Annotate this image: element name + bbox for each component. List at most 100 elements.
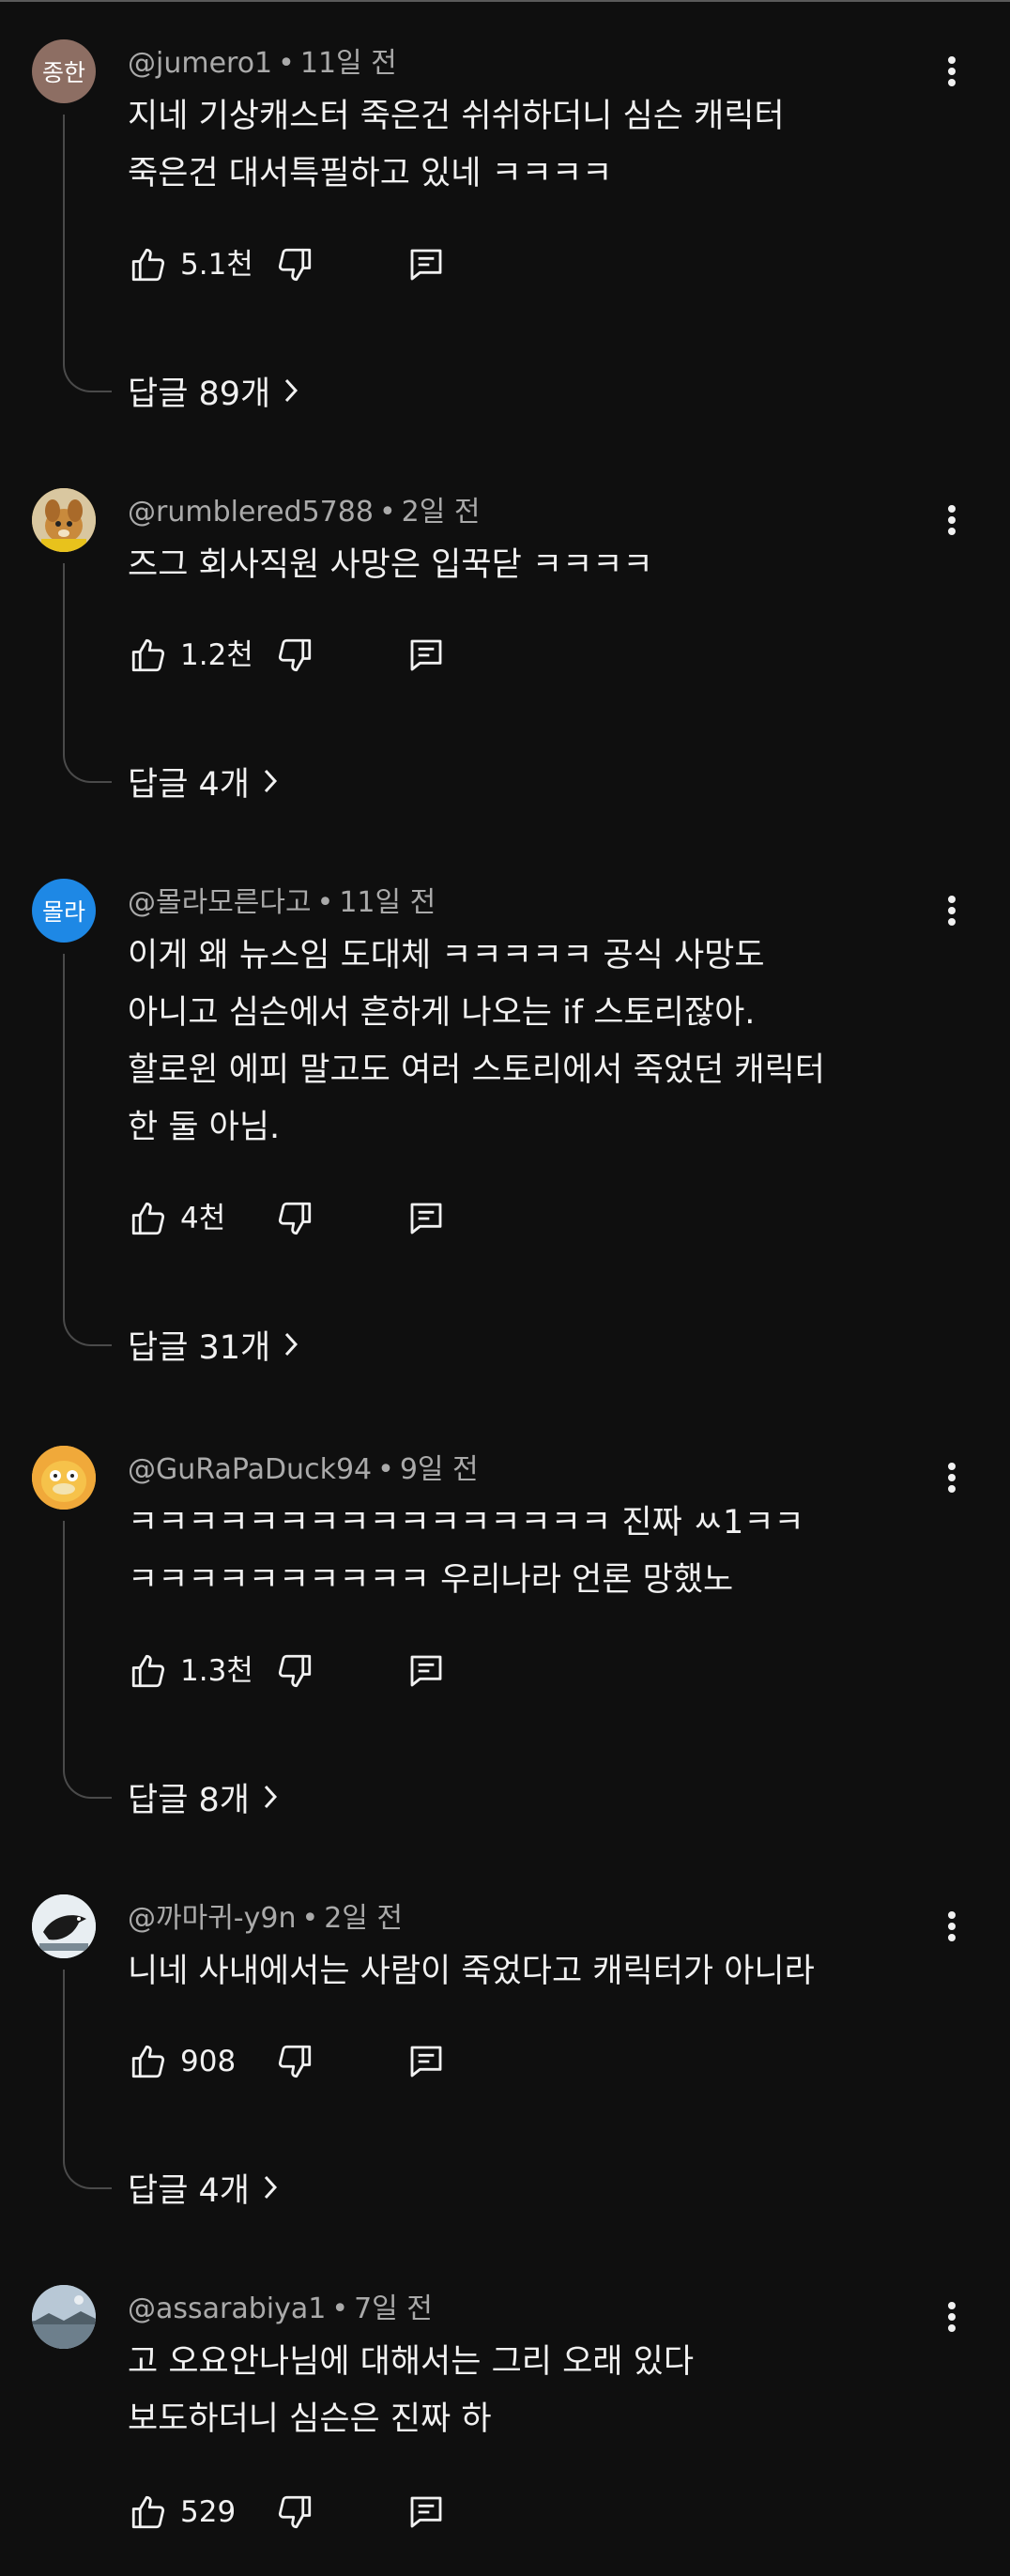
comment-time[interactable]: 2일 전 [324,1902,403,1935]
thread-line [63,115,112,392]
comment-text: 니네 사내에서는 사람이 죽었다고 캐릭터가 아니라 [128,1953,815,1990]
reply-button[interactable] [406,2037,447,2086]
crow-avatar-icon [32,1894,96,1958]
like-button[interactable] [128,1194,169,1243]
avatar[interactable] [32,1894,96,1958]
thumbs-up-icon [131,638,165,672]
more-options-button[interactable] [931,890,972,931]
view-replies-button[interactable]: 답글 4개 [128,757,278,805]
avatar[interactable]: 종한 [32,39,96,103]
avatar[interactable] [32,1446,96,1510]
like-count: 5.1천 [180,248,253,282]
comment-text: 지네 기상캐스터 죽은건 쉬쉬하더니 심슨 캐릭터 죽은건 대서특필하고 있네 … [128,98,785,192]
more-options-button[interactable] [931,1457,972,1498]
avatar-initials: 종한 [41,59,85,86]
more-options-button[interactable] [931,1906,972,1947]
meta-separator: • [377,1453,394,1486]
more-vert-icon [948,1911,956,1941]
comment-time[interactable]: 11일 전 [339,886,436,919]
replies-count: 답글 4개 [128,765,250,804]
like-count: 908 [180,2045,237,2078]
avatar[interactable] [32,488,96,552]
reply-button[interactable] [406,240,447,289]
comment-reply-icon [410,2496,442,2528]
replies-count: 답글 4개 [128,2171,250,2210]
thumbs-down-icon [278,638,312,672]
like-button[interactable] [128,240,169,289]
like-count: 1.2천 [180,638,253,672]
like-button[interactable] [128,2037,169,2086]
view-replies-button[interactable]: 답글 89개 [128,366,298,415]
comment-actions: 5.1천 [128,240,503,289]
chevron-right-icon [283,377,298,404]
comment-actions: 908 [128,2037,503,2086]
chevron-right-icon [263,1784,278,1810]
view-replies-button[interactable]: 답글 31개 [128,1320,298,1369]
comment-reply-icon [410,639,442,671]
comment-time[interactable]: 7일 전 [354,2292,433,2325]
thumbs-down-icon [278,1654,312,1688]
comment-meta: @jumero1 • 11일 전 [128,45,397,83]
more-vert-icon [948,1463,956,1493]
comment-time[interactable]: 9일 전 [400,1453,479,1486]
avatar-initials: 몰라 [41,898,85,926]
reply-button[interactable] [406,1194,447,1243]
meta-separator: • [378,496,396,529]
thumbs-up-icon [131,2045,165,2078]
thumbs-up-icon [131,2495,165,2529]
more-vert-icon [948,56,956,86]
comment-author[interactable]: @jumero1 [128,47,272,80]
comment-author[interactable]: @assarabiya1 [128,2292,326,2325]
landscape-avatar-icon [32,2285,96,2349]
more-options-button[interactable] [931,2296,972,2338]
view-replies-button[interactable]: 답글 4개 [128,2163,278,2212]
reply-button[interactable] [406,631,447,680]
thumbs-down-icon [278,2495,312,2529]
thumbs-up-icon [131,1654,165,1688]
thread-line [63,954,112,1346]
replies-count: 답글 31개 [128,1328,271,1367]
more-vert-icon [948,505,956,535]
comment-author[interactable]: @몰라모른다고 [128,886,312,919]
more-vert-icon [948,896,956,926]
like-button[interactable] [128,631,169,680]
like-button[interactable] [128,2488,169,2537]
meta-separator: • [301,1902,319,1935]
like-button[interactable] [128,1647,169,1695]
dog-avatar-icon [32,488,96,552]
comment-meta: @rumblered5788 • 2일 전 [128,494,480,531]
more-vert-icon [948,2302,956,2332]
comment-author[interactable]: @rumblered5788 [128,496,374,529]
comment-time[interactable]: 11일 전 [300,47,397,80]
chevron-right-icon [263,768,278,794]
comment-time[interactable]: 2일 전 [402,496,481,529]
comment-author[interactable]: @GuRaPaDuck94 [128,1453,372,1486]
avatar[interactable]: 몰라 [32,879,96,943]
like-count: 4천 [180,1202,226,1235]
avatar[interactable] [32,2285,96,2349]
view-replies-button[interactable]: 답글 8개 [128,1772,278,1821]
thumbs-up-icon [131,1202,165,1235]
dislike-button[interactable] [274,631,315,680]
thread-line [63,1521,112,1799]
replies-count: 답글 89개 [128,375,271,413]
dislike-button[interactable] [274,240,315,289]
dislike-button[interactable] [274,1647,315,1695]
reply-button[interactable] [406,2488,447,2537]
more-options-button[interactable] [931,51,972,92]
dislike-button[interactable] [274,2488,315,2537]
comment-reply-icon [410,249,442,281]
comment-actions: 1.3천 [128,1647,503,1695]
like-count: 1.3천 [180,1654,253,1688]
comment-reply-icon [410,2046,442,2078]
dislike-button[interactable] [274,2037,315,2086]
psyduck-avatar-icon [32,1446,96,1510]
top-divider [0,0,1010,2]
more-options-button[interactable] [931,499,972,541]
thumbs-down-icon [278,2045,312,2078]
comment-author[interactable]: @까마귀-y9n [128,1902,296,1935]
dislike-button[interactable] [274,1194,315,1243]
comment-text: 즈그 회사직원 사망은 입꾹닫 ㅋㅋㅋㅋ [128,546,653,584]
reply-button[interactable] [406,1647,447,1695]
thumbs-up-icon [131,248,165,282]
